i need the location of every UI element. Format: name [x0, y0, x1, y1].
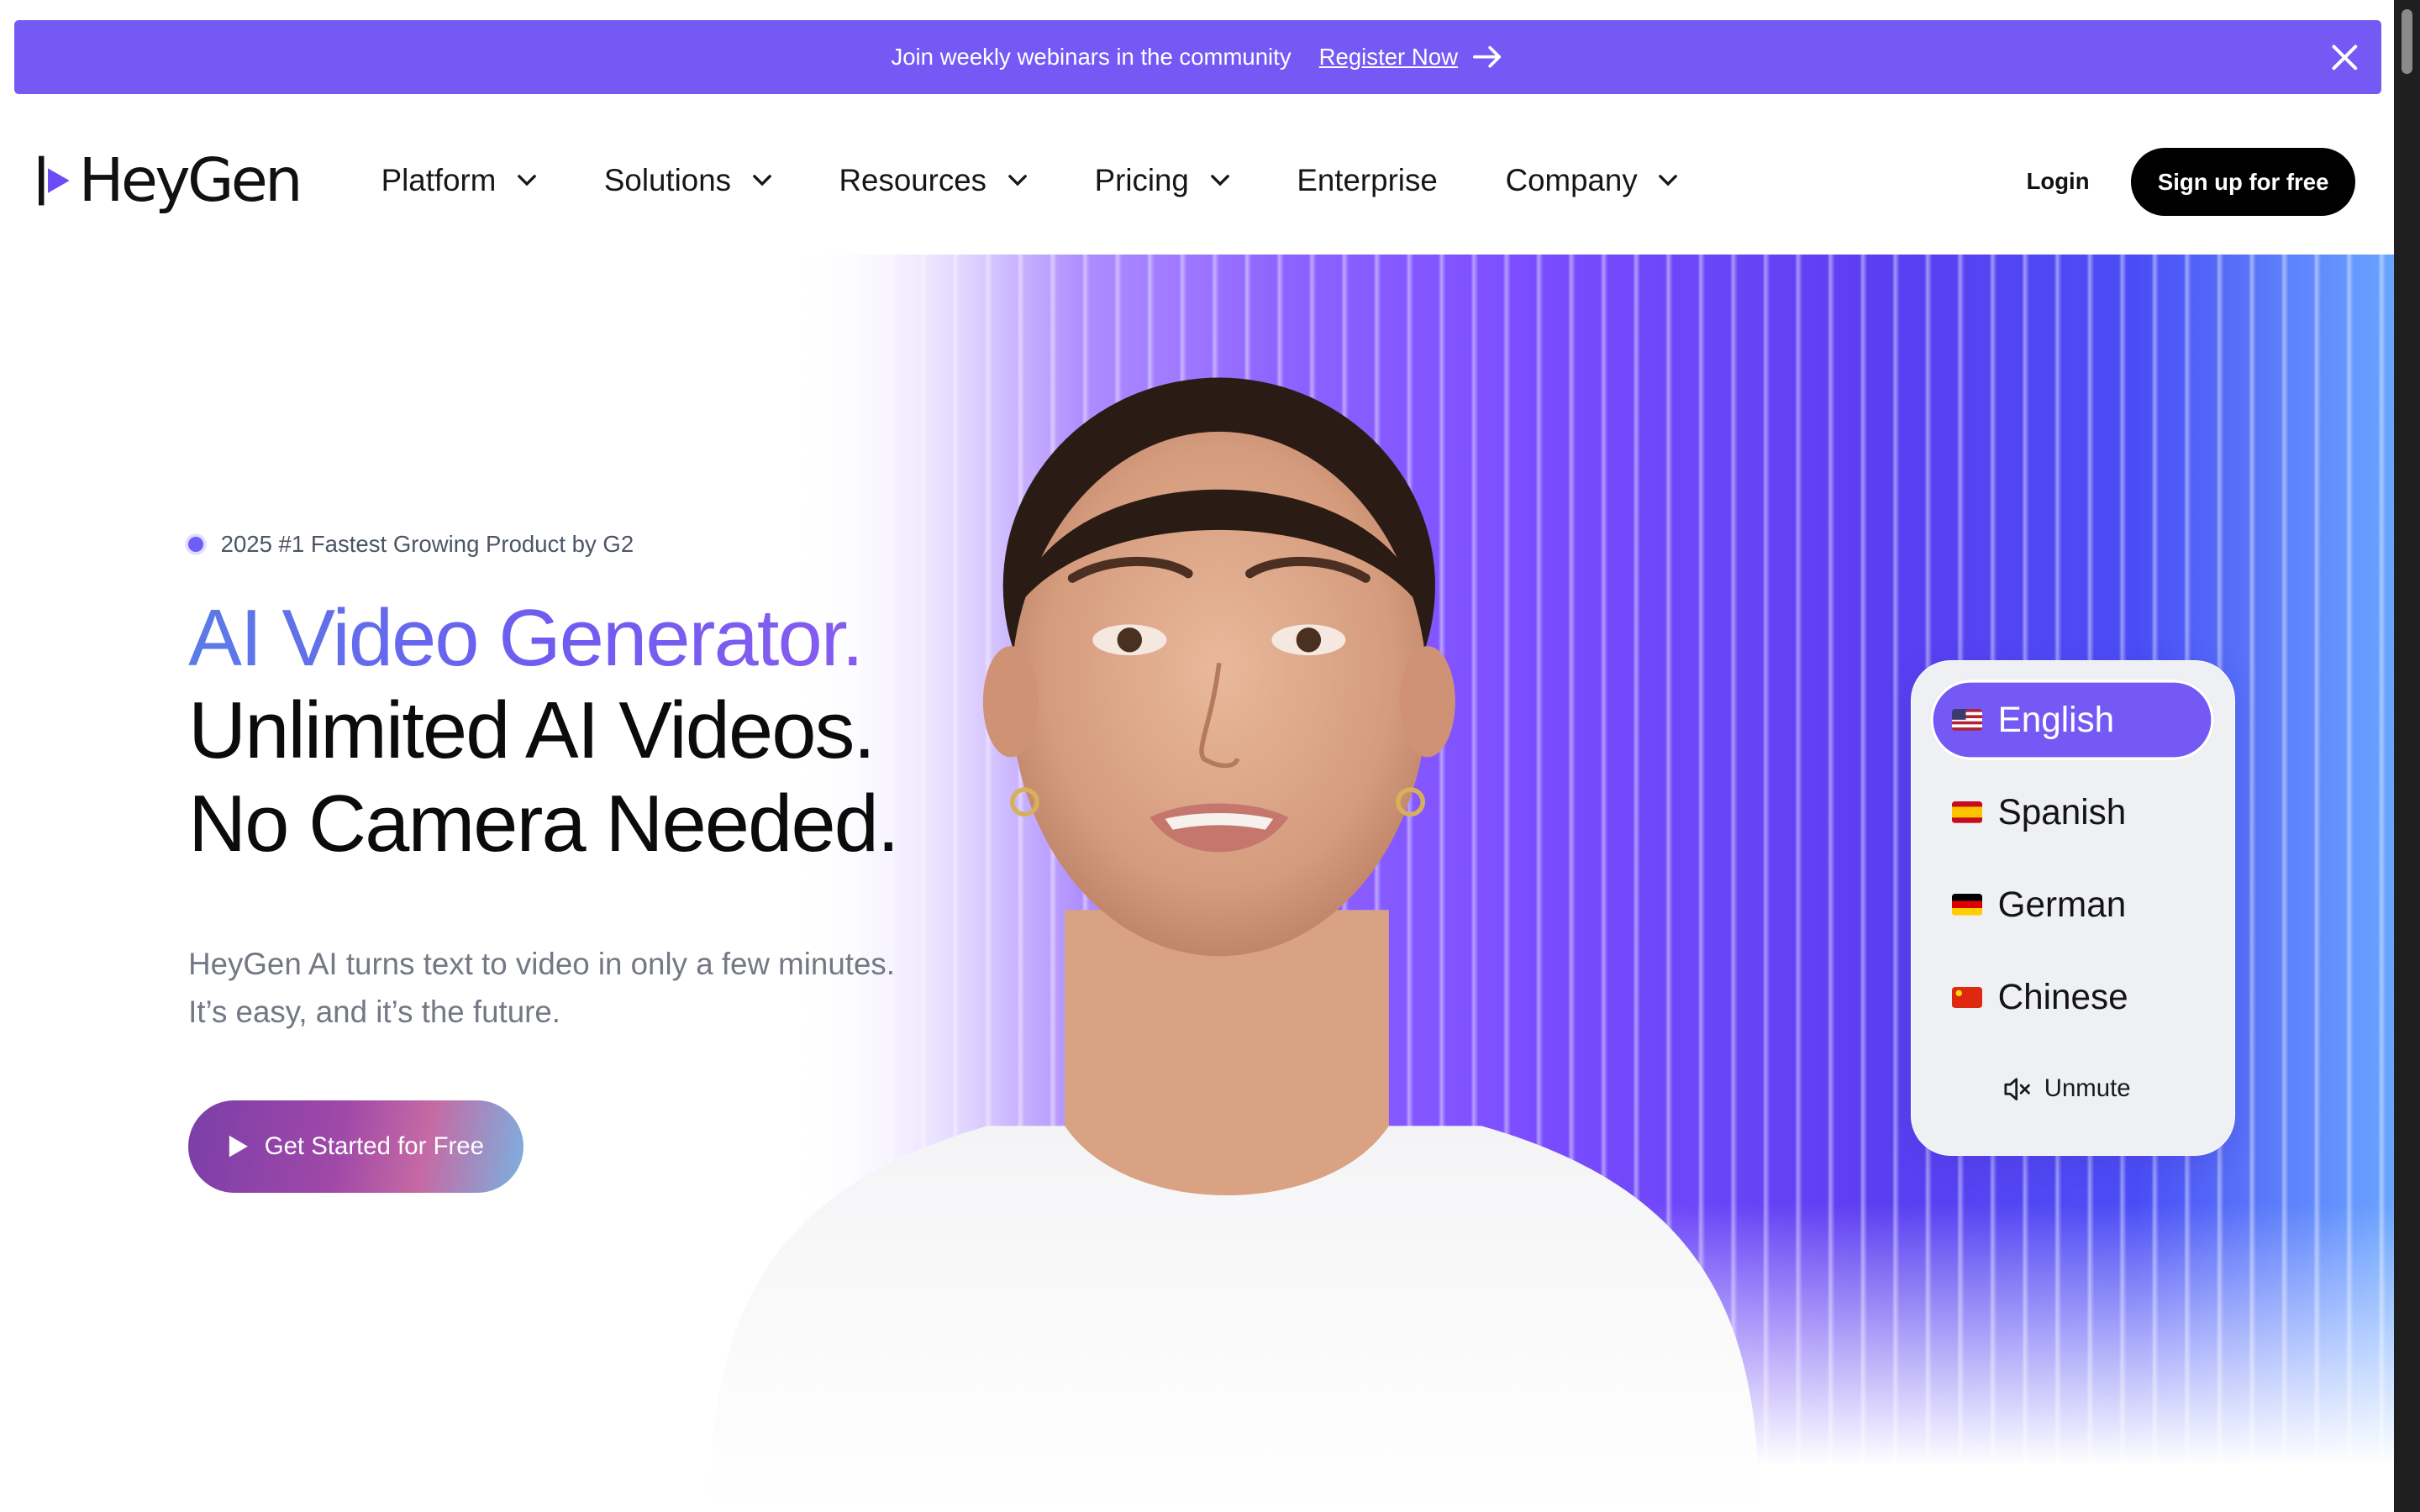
hero-subtext: HeyGen AI turns text to video in only a … [188, 941, 960, 1037]
chevron-down-icon [518, 174, 536, 186]
us-flag-icon [1951, 709, 1983, 731]
page-scrollbar[interactable] [2393, 0, 2420, 1512]
es-flag-icon [1951, 801, 1983, 823]
nav-item-label: Resources [839, 162, 987, 197]
badge-dot-icon [188, 536, 204, 552]
nav-item-label: Company [1505, 162, 1638, 197]
language-label: English [1997, 699, 2115, 739]
headline-line-1: AI Video Generator. [188, 592, 898, 685]
top-nav: HeyGen Platform Solutions Resources Pric… [0, 94, 2394, 255]
logo-play-mark-icon [38, 155, 70, 206]
logo-wordmark: HeyGen [78, 145, 303, 216]
g2-badge: 2025 #1 Fastest Growing Product by G2 [188, 531, 634, 558]
heygen-logo[interactable]: HeyGen [38, 145, 303, 216]
chevron-down-icon [1007, 174, 1027, 186]
arrow-right-icon [1473, 46, 1502, 68]
headline-line-3: No Camera Needed. [188, 779, 899, 869]
nav-menu: Platform Solutions Resources Pricing Ent… [381, 150, 1746, 211]
play-icon [229, 1135, 248, 1158]
language-label: Chinese [1997, 977, 2128, 1017]
scrollbar-thumb[interactable] [2401, 9, 2412, 75]
chevron-down-icon [1210, 174, 1229, 186]
nav-item-label: Pricing [1094, 162, 1189, 197]
nav-item-enterprise[interactable]: Enterprise [1297, 150, 1437, 211]
nav-item-label: Enterprise [1297, 162, 1438, 197]
nav-item-solutions[interactable]: Solutions [604, 150, 771, 211]
ai-avatar-presenter [709, 377, 1760, 1512]
language-option-english[interactable]: English [1929, 680, 2214, 760]
subtext-line-1: HeyGen AI turns text to video in only a … [188, 947, 895, 982]
cn-flag-icon [1951, 986, 1983, 1009]
get-started-button[interactable]: Get Started for Free [188, 1100, 523, 1193]
language-option-chinese[interactable]: Chinese [1930, 958, 2214, 1038]
badge-text: 2025 #1 Fastest Growing Product by G2 [220, 530, 634, 557]
chevron-down-icon [752, 174, 771, 186]
nav-item-label: Platform [381, 162, 497, 197]
unmute-button[interactable]: Unmute [2004, 1074, 2131, 1103]
unmute-label: Unmute [2044, 1074, 2131, 1103]
de-flag-icon [1951, 894, 1983, 916]
nav-item-label: Solutions [603, 162, 731, 197]
language-label: Spanish [1997, 792, 2127, 832]
nav-item-platform[interactable]: Platform [381, 150, 536, 211]
language-option-german[interactable]: German [1930, 865, 2214, 946]
headline-line-2: Unlimited AI Videos. [188, 686, 876, 776]
language-label: German [1997, 885, 2127, 925]
nav-item-pricing[interactable]: Pricing [1095, 150, 1229, 211]
announcement-banner: Join weekly webinars in the community Re… [13, 19, 2381, 95]
nav-item-company[interactable]: Company [1506, 150, 1678, 211]
subtext-line-2: It’s easy, and it’s the future. [188, 995, 560, 1030]
speaker-muted-icon [2004, 1078, 2030, 1100]
signup-button[interactable]: Sign up for free [2131, 148, 2355, 217]
cta-label: Get Started for Free [264, 1131, 484, 1160]
language-option-spanish[interactable]: Spanish [1930, 772, 2214, 853]
hero-headline: AI Video Generator. Unlimited AI Videos.… [188, 592, 899, 870]
nav-item-resources[interactable]: Resources [839, 150, 1027, 211]
banner-message: Join weekly webinars in the community [891, 43, 1292, 70]
language-selector: English Spanish German Chinese Unmute [1910, 660, 2235, 1156]
register-now-label: Register Now [1318, 43, 1458, 70]
chevron-down-icon [1659, 174, 1678, 186]
close-icon[interactable] [2329, 42, 2360, 73]
login-link[interactable]: Login [2027, 168, 2090, 195]
register-now-link[interactable]: Register Now [1319, 44, 1504, 71]
page: Join weekly webinars in the community Re… [0, 0, 2420, 1512]
